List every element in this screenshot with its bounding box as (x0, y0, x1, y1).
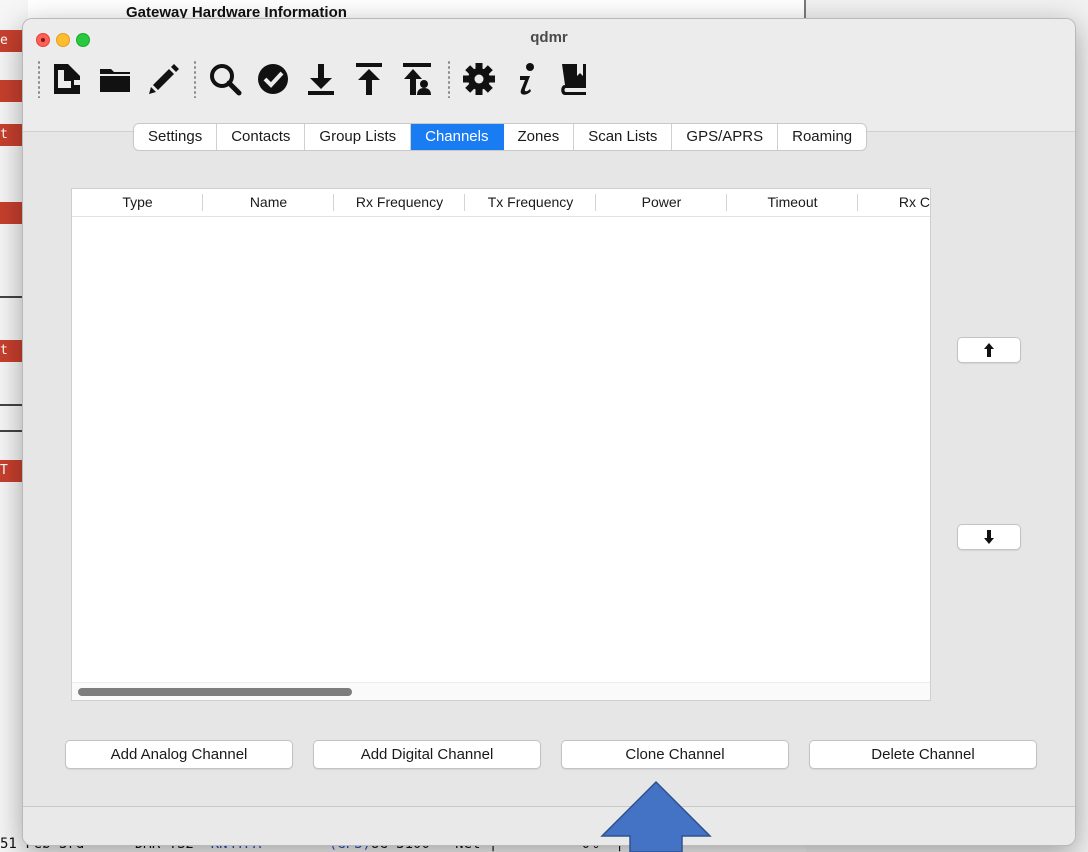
settings-button[interactable] (459, 59, 499, 99)
upload-icon (356, 63, 382, 95)
up-arrow-icon (984, 343, 994, 357)
tab-gps-aprs[interactable]: GPS/APRS (672, 124, 779, 150)
horizontal-scrollbar[interactable] (72, 682, 930, 700)
status-bar (23, 806, 1075, 845)
search-icon (210, 64, 242, 96)
about-button[interactable] (507, 59, 547, 99)
info-icon (520, 63, 534, 95)
annotation-arrow-icon (600, 780, 712, 852)
edit-button[interactable] (143, 59, 183, 99)
tab-scan-lists[interactable]: Scan Lists (574, 124, 673, 150)
verify-codeplug-button[interactable] (253, 59, 293, 99)
channels-table[interactable]: Type Name Rx Frequency Tx Frequency Powe… (71, 188, 931, 701)
write-codeplug-button[interactable] (349, 59, 389, 99)
toolbar-separator (193, 60, 197, 98)
window-title: qdmr (530, 29, 568, 46)
tab-zones[interactable]: Zones (504, 124, 575, 150)
new-icon (54, 64, 80, 94)
edit-icon (149, 64, 179, 94)
column-header-tx-frequency[interactable]: Tx Frequency (465, 189, 596, 216)
detect-radio-button[interactable] (205, 59, 245, 99)
help-book-icon (561, 64, 586, 95)
tab-group-lists[interactable]: Group Lists (305, 124, 412, 150)
main-tabs: Settings Contacts Group Lists Channels Z… (133, 123, 868, 151)
help-button[interactable] (555, 59, 595, 99)
scrollbar-thumb[interactable] (78, 688, 352, 696)
new-codeplug-button[interactable] (47, 59, 87, 99)
column-header-timeout[interactable]: Timeout (727, 189, 858, 216)
table-header: Type Name Rx Frequency Tx Frequency Powe… (72, 189, 930, 217)
column-header-type[interactable]: Type (72, 189, 203, 216)
main-toolbar (23, 57, 1075, 101)
settings-icon (463, 63, 495, 95)
delete-channel-button[interactable]: Delete Channel (809, 740, 1037, 769)
column-header-rx-frequency[interactable]: Rx Frequency (334, 189, 465, 216)
upload-callsign-db-icon (403, 63, 431, 95)
download-icon (308, 64, 334, 95)
tab-channels[interactable]: Channels (411, 124, 504, 150)
clone-channel-button[interactable]: Clone Channel (561, 740, 789, 769)
write-callsign-db-button[interactable] (397, 59, 437, 99)
verify-icon (258, 64, 288, 94)
open-codeplug-button[interactable] (95, 59, 135, 99)
tab-contacts[interactable]: Contacts (217, 124, 306, 150)
column-header-name[interactable]: Name (203, 189, 334, 216)
open-icon (100, 69, 130, 92)
tab-roaming[interactable]: Roaming (778, 124, 866, 150)
read-codeplug-button[interactable] (301, 59, 341, 99)
add-digital-channel-button[interactable]: Add Digital Channel (313, 740, 541, 769)
down-arrow-icon (984, 530, 994, 544)
move-channel-up-button[interactable] (957, 337, 1021, 363)
move-channel-down-button[interactable] (957, 524, 1021, 550)
title-bar[interactable]: qdmr (23, 19, 1075, 57)
qdmr-window: qdmr Settings Contacts Group Lists Chann… (22, 18, 1076, 846)
column-header-rx-color[interactable]: Rx C (858, 189, 930, 216)
toolbar-separator (447, 60, 451, 98)
tab-settings[interactable]: Settings (134, 124, 218, 150)
column-header-power[interactable]: Power (596, 189, 727, 216)
toolbar-grip[interactable] (37, 60, 41, 98)
add-analog-channel-button[interactable]: Add Analog Channel (65, 740, 293, 769)
